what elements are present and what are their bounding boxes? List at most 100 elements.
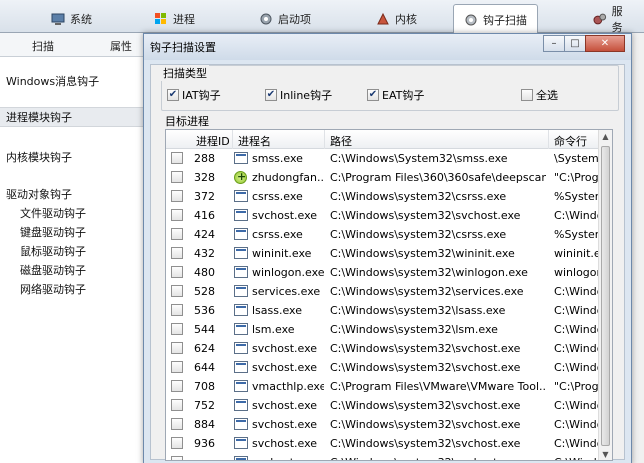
cmdline-cell: C:\Windo	[554, 456, 600, 460]
tab-system[interactable]: 系统	[40, 4, 103, 33]
row-checkbox[interactable]	[171, 247, 183, 259]
eat-hook-checkbox[interactable]: ✔ EAT钩子	[367, 87, 424, 103]
row-checkbox[interactable]	[171, 209, 183, 221]
column-header-name[interactable]: 进程名	[238, 133, 271, 149]
path-cell: C:\Windows\system32\services.exe	[330, 285, 524, 298]
driver-item-file[interactable]: 文件驱动钩子	[20, 205, 86, 221]
category-kernel-module-hook[interactable]: 内核模块钩子	[6, 149, 72, 165]
table-header: 进程ID 进程名 路径 命令行	[166, 130, 612, 149]
scrollbar-thumb[interactable]	[601, 146, 610, 446]
path-cell: C:\Windows\system32\lsm.exe	[330, 323, 498, 336]
hook-scan-gear-icon	[465, 14, 477, 25]
path-cell: C:\Windows\system32\svchost.exe	[330, 342, 521, 355]
row-checkbox[interactable]	[171, 285, 183, 297]
column-header-path[interactable]: 路径	[330, 133, 352, 149]
dialog-titlebar[interactable]: 钩子扫描设置 – □ ✕	[144, 34, 631, 60]
driver-item-disk[interactable]: 磁盘驱动钩子	[20, 262, 86, 278]
table-row[interactable]: 372 csrss.exe C:\Windows\system32\csrss.ex…	[166, 187, 600, 206]
pid-cell: 752	[194, 399, 215, 412]
category-driver-object-hook[interactable]: 驱动对象钩子	[6, 186, 72, 202]
table-row[interactable]: svchost.exe C:\Windows\system32\svchost.e…	[166, 453, 600, 460]
row-checkbox[interactable]	[171, 152, 183, 164]
tab-hook-scan[interactable]: 钩子扫描	[453, 4, 538, 34]
driver-item-keyboard[interactable]: 键盘驱动钩子	[20, 224, 86, 240]
application-icon	[234, 228, 248, 240]
table-row[interactable]: 416 svchost.exe C:\Windows\system32\svchos…	[166, 206, 600, 225]
row-checkbox[interactable]	[171, 399, 183, 411]
pid-cell: 480	[194, 266, 215, 279]
cmdline-cell: C:\Windo	[554, 361, 600, 374]
table-row[interactable]: 884 svchost.exe C:\Windows\system32\svchos…	[166, 415, 600, 434]
table-row[interactable]: 328 zhudongfan... C:\Program Files\360\360…	[166, 168, 600, 187]
table-row[interactable]: 288 smss.exe C:\Windows\System32\smss.exe \…	[166, 149, 600, 168]
process-name-cell: svchost.exe	[252, 361, 318, 374]
row-checkbox[interactable]	[171, 418, 183, 430]
eat-hook-label: EAT钩子	[382, 89, 425, 102]
process-name-cell: wininit.exe	[252, 247, 312, 260]
table-row[interactable]: 936 svchost.exe C:\Windows\system32\svchos…	[166, 434, 600, 453]
subtab-properties[interactable]: 属性	[110, 38, 132, 54]
row-checkbox[interactable]	[171, 304, 183, 316]
iat-hook-checkbox[interactable]: ✔ IAT钩子	[167, 87, 221, 103]
row-checkbox[interactable]	[171, 342, 183, 354]
tab-process[interactable]: 进程	[143, 4, 206, 33]
pid-cell: 424	[194, 228, 215, 241]
row-checkbox[interactable]	[171, 380, 183, 392]
table-row[interactable]: 432 wininit.exe C:\Windows\system32\winini…	[166, 244, 600, 263]
driver-item-mouse[interactable]: 鼠标驱动钩子	[20, 243, 86, 259]
path-cell: C:\Windows\System32\smss.exe	[330, 152, 508, 165]
column-header-pid[interactable]: 进程ID	[196, 133, 230, 149]
table-row[interactable]: 528 services.exe C:\Windows\system32\servi…	[166, 282, 600, 301]
scroll-down-icon[interactable]: ▼	[600, 448, 611, 460]
table-row[interactable]: 708 vmacthlp.exe C:\Program Files\VMware\V…	[166, 377, 600, 396]
application-icon	[234, 247, 248, 259]
pid-cell: 288	[194, 152, 215, 165]
row-checkbox[interactable]	[171, 456, 183, 460]
tab-startup[interactable]: 启动项	[248, 4, 322, 33]
maximize-button[interactable]: □	[564, 35, 586, 52]
category-process-module-hook[interactable]: 进程模块钩子	[0, 107, 143, 127]
row-checkbox[interactable]	[171, 228, 183, 240]
table-row[interactable]: 480 winlogon.exe C:\Windows\system32\winlo…	[166, 263, 600, 282]
tab-service[interactable]: 服务	[582, 4, 644, 34]
row-checkbox[interactable]	[171, 437, 183, 449]
table-row[interactable]: 424 csrss.exe C:\Windows\system32\csrss.ex…	[166, 225, 600, 244]
minimize-button[interactable]: –	[543, 35, 565, 52]
cmdline-cell: C:\Windo	[554, 399, 600, 412]
vertical-scrollbar[interactable]: ▲ ▼	[598, 130, 612, 460]
cmdline-cell: C:\Windo	[554, 342, 600, 355]
tab-label: 钩子扫描	[483, 13, 527, 27]
application-icon	[234, 152, 248, 164]
table-row[interactable]: 752 svchost.exe C:\Windows\system32\svchos…	[166, 396, 600, 415]
iat-hook-label: IAT钩子	[182, 89, 221, 102]
category-windows-message-hook[interactable]: Windows消息钩子	[6, 73, 99, 89]
path-cell: C:\Windows\system32\svchost.exe	[330, 399, 521, 412]
row-checkbox[interactable]	[171, 323, 183, 335]
row-checkbox[interactable]	[171, 266, 183, 278]
cmdline-cell: %Systeml	[554, 190, 600, 203]
inline-hook-checkbox[interactable]: ✔ Inline钩子	[265, 87, 332, 103]
application-icon	[234, 285, 248, 297]
column-header-cmdline[interactable]: 命令行	[554, 133, 587, 149]
application-icon	[234, 418, 248, 430]
table-row[interactable]: 624 svchost.exe C:\Windows\system32\svchos…	[166, 339, 600, 358]
maximize-icon: □	[570, 38, 580, 49]
close-button[interactable]: ✕	[585, 35, 625, 52]
service-icon	[593, 13, 607, 25]
tab-kernel[interactable]: 内核	[365, 4, 428, 33]
table-row[interactable]: 536 lsass.exe C:\Windows\system32\lsass.ex…	[166, 301, 600, 320]
driver-item-network[interactable]: 网络驱动钩子	[20, 281, 86, 297]
pid-cell: 328	[194, 171, 215, 184]
subtab-scan[interactable]: 扫描	[32, 38, 54, 54]
row-checkbox[interactable]	[171, 190, 183, 202]
select-all-checkbox[interactable]: 全选	[521, 87, 558, 103]
pid-cell: 644	[194, 361, 215, 374]
row-checkbox[interactable]	[171, 171, 183, 183]
select-all-label: 全选	[536, 89, 558, 102]
main-tab-bar: 系统 进程 启动项 内核 钩子扫描 服务	[0, 0, 644, 34]
dialog-body: 扫描类型 ✔ IAT钩子 ✔ Inline钩子 ✔ EAT钩子 全选 目标进程 …	[150, 64, 625, 461]
table-row[interactable]: 544 lsm.exe C:\Windows\system32\lsm.exe C:\…	[166, 320, 600, 339]
row-checkbox[interactable]	[171, 361, 183, 373]
scroll-up-icon[interactable]: ▲	[600, 130, 611, 144]
table-row[interactable]: 644 svchost.exe C:\Windows\system32\svchos…	[166, 358, 600, 377]
